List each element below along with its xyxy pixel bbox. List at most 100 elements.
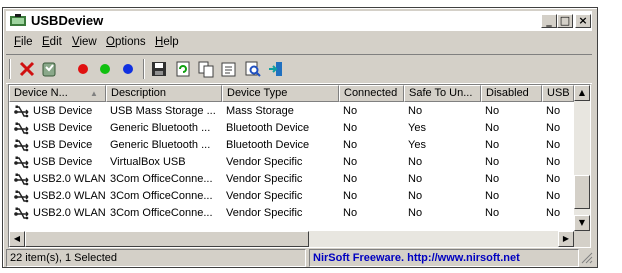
cell-connected: No [343, 173, 358, 185]
vertical-scrollbar[interactable]: ▲ ▼ [574, 85, 590, 231]
table-row[interactable]: USB2.0 WLAN 3Com OfficeConne... Vendor Spe… [9, 188, 574, 205]
cell-disabled: No [485, 156, 500, 168]
cell-usb-hub: No [546, 190, 561, 202]
blue-dot-icon[interactable] [119, 60, 137, 78]
column-header-safe-to-unplug[interactable]: Safe To Un... [404, 85, 481, 102]
green-dot-icon[interactable] [96, 60, 114, 78]
column-header-device-name[interactable]: Device N... ▲ [9, 85, 106, 102]
usbdeview-window: USBDeview _ □ × File Edit View Options H… [2, 7, 598, 268]
cell-safe-to-unplug: No [408, 173, 423, 185]
toolbar [6, 54, 592, 84]
cell-usb-hub: No [546, 105, 561, 117]
cell-device-type: Vendor Specific [226, 207, 303, 219]
cell-device-name: USB2.0 WLAN [33, 173, 105, 185]
usb-device-icon [14, 139, 29, 152]
menu-file[interactable]: File [14, 36, 33, 48]
usb-device-icon [14, 156, 29, 169]
cell-usb-hub: No [546, 139, 561, 151]
find-icon[interactable] [244, 60, 262, 78]
cell-device-name: USB Device [33, 105, 93, 117]
cell-safe-to-unplug: No [408, 105, 423, 117]
column-header-connected[interactable]: Connected [339, 85, 404, 102]
cell-device-name: USB Device [33, 139, 93, 151]
menu-help[interactable]: Help [155, 36, 179, 48]
table-row[interactable]: USB Device Generic Bluetooth ... Bluetooth… [9, 137, 574, 154]
cell-description: 3Com OfficeConne... [110, 173, 213, 185]
table-row[interactable]: USB Device VirtualBox USB Vendor Specific N… [9, 154, 574, 171]
cell-disabled: No [485, 190, 500, 202]
window-title: USBDeview [31, 13, 104, 28]
cell-device-type: Bluetooth Device [226, 139, 310, 151]
copy-icon[interactable] [197, 60, 215, 78]
cell-safe-to-unplug: No [408, 156, 423, 168]
usb-device-icon [14, 190, 29, 203]
menu-view[interactable]: View [72, 36, 97, 48]
maximize-button[interactable]: □ [557, 14, 573, 28]
usb-device-icon [14, 173, 29, 186]
scroll-left-icon[interactable]: ◀ [9, 231, 25, 247]
status-item-count: 22 item(s), 1 Selected [6, 249, 306, 267]
cell-description: USB Mass Storage ... [110, 105, 216, 117]
table-row[interactable]: USB2.0 WLAN 3Com OfficeConne... Vendor Spe… [9, 205, 574, 222]
device-list[interactable]: Device N... ▲ Description Device Type Co… [8, 84, 591, 248]
column-header-usb-hub[interactable]: USB H [542, 85, 574, 102]
horizontal-scrollbar[interactable]: ◀ ▶ [9, 231, 574, 247]
table-row[interactable]: USB2.0 WLAN 3Com OfficeConne... Vendor Spe… [9, 171, 574, 188]
cell-device-type: Mass Storage [226, 105, 294, 117]
menu-options[interactable]: Options [106, 36, 146, 48]
cell-safe-to-unplug: Yes [408, 139, 426, 151]
column-header-device-type[interactable]: Device Type [222, 85, 339, 102]
save-icon[interactable] [150, 60, 168, 78]
refresh-icon[interactable] [174, 60, 192, 78]
minimize-button[interactable]: _ [541, 14, 557, 28]
cell-description: 3Com OfficeConne... [110, 190, 213, 202]
resize-grip-icon[interactable] [581, 252, 593, 264]
red-dot-icon[interactable] [74, 60, 92, 78]
cell-disabled: No [485, 173, 500, 185]
close-button[interactable]: × [575, 14, 591, 28]
cell-description: Generic Bluetooth ... [110, 122, 211, 134]
vertical-scroll-thumb[interactable] [574, 175, 590, 209]
exit-icon[interactable] [267, 60, 285, 78]
cell-device-type: Bluetooth Device [226, 122, 310, 134]
cell-usb-hub: No [546, 207, 561, 219]
cell-device-type: Vendor Specific [226, 190, 303, 202]
properties-icon[interactable] [220, 60, 238, 78]
cell-device-type: Vendor Specific [226, 173, 303, 185]
usb-device-icon [14, 122, 29, 135]
nirsoft-link[interactable]: NirSoft Freeware. http://www.nirsoft.net [309, 249, 579, 267]
cell-safe-to-unplug: No [408, 190, 423, 202]
column-header-description[interactable]: Description [106, 85, 222, 102]
toolbar-grip [9, 59, 11, 79]
cell-device-name: USB2.0 WLAN [33, 190, 105, 202]
uninstall-icon[interactable] [18, 60, 36, 78]
cell-connected: No [343, 207, 358, 219]
column-header-disabled[interactable]: Disabled [481, 85, 542, 102]
toolbar-separator [143, 59, 145, 79]
menu-bar: File Edit View Options Help [6, 34, 592, 52]
usb-device-icon [14, 207, 29, 220]
cell-disabled: No [485, 207, 500, 219]
scroll-up-icon[interactable]: ▲ [574, 85, 590, 101]
cell-connected: No [343, 105, 358, 117]
cell-connected: No [343, 190, 358, 202]
table-row[interactable]: USB Device Generic Bluetooth ... Bluetooth… [9, 120, 574, 137]
title-bar[interactable]: USBDeview _ □ × [6, 11, 592, 31]
cell-connected: No [343, 122, 358, 134]
cell-disabled: No [485, 122, 500, 134]
table-row[interactable]: USB Device USB Mass Storage ... Mass Stora… [9, 103, 574, 120]
cell-device-type: Vendor Specific [226, 156, 303, 168]
scroll-right-icon[interactable]: ▶ [558, 231, 574, 247]
usb-device-icon [14, 105, 29, 118]
cell-device-name: USB Device [33, 156, 93, 168]
cell-description: 3Com OfficeConne... [110, 207, 213, 219]
horizontal-scroll-thumb[interactable] [25, 231, 309, 247]
menu-edit[interactable]: Edit [42, 36, 62, 48]
cell-connected: No [343, 139, 358, 151]
scroll-down-icon[interactable]: ▼ [574, 215, 590, 231]
cell-usb-hub: No [546, 122, 561, 134]
cell-device-name: USB2.0 WLAN [33, 207, 105, 219]
cell-description: VirtualBox USB [110, 156, 186, 168]
usb-app-icon [10, 14, 26, 26]
properties-wizard-icon[interactable] [40, 60, 58, 78]
